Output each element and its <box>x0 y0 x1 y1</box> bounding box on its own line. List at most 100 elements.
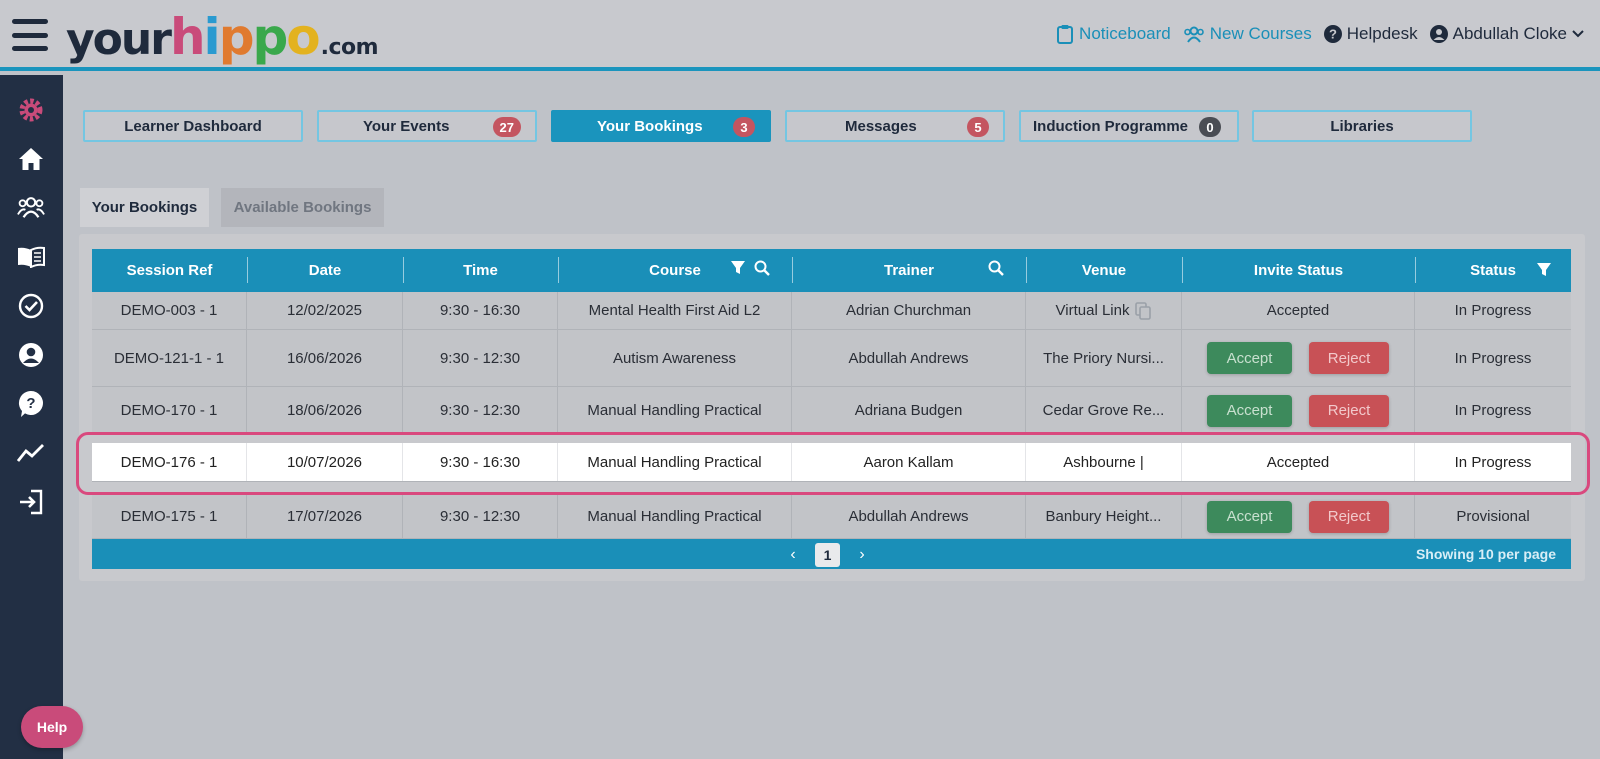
cell-status: Provisional <box>1456 508 1530 525</box>
search-icon[interactable] <box>988 260 1004 276</box>
logo-letter-h: h <box>169 8 206 66</box>
accept-button[interactable]: Accept <box>1207 342 1292 374</box>
cell-trainer: Adrian Churchman <box>792 292 1026 329</box>
cell-invite-status: Accept Reject <box>1182 387 1415 434</box>
tab-label: Your Bookings <box>597 117 703 135</box>
svg-text:?: ? <box>1329 27 1337 42</box>
tab-induction-programme[interactable]: Induction Programme 0 <box>1019 110 1239 142</box>
table-row[interactable]: DEMO-175 - 1 17/07/2026 9:30 - 12:30 Man… <box>92 495 1571 539</box>
noticeboard-link[interactable]: Noticeboard <box>1056 24 1171 44</box>
tab-libraries[interactable]: Libraries <box>1252 110 1472 142</box>
reject-button[interactable]: Reject <box>1309 342 1389 374</box>
sign-in-icon[interactable] <box>17 488 45 516</box>
svg-text:?: ? <box>26 395 35 412</box>
cell-trainer: Aaron Kallam <box>792 443 1026 481</box>
helpdesk-label: Helpdesk <box>1346 24 1418 43</box>
column-header-session-ref[interactable]: Session Ref <box>92 249 247 292</box>
filter-icon[interactable] <box>730 260 746 276</box>
chevron-down-icon <box>1572 30 1584 38</box>
reject-button[interactable]: Reject <box>1309 394 1389 427</box>
logo-letter-i: i <box>203 8 221 66</box>
table-row[interactable]: DEMO-170 - 1 18/06/2026 9:30 - 12:30 Man… <box>92 387 1571 435</box>
cell-course: Manual Handling Practical <box>558 495 792 538</box>
user-menu[interactable]: Abdullah Cloke <box>1429 24 1584 44</box>
users-icon <box>1183 26 1204 43</box>
subtab-available-bookings[interactable]: Available Bookings <box>221 188 384 227</box>
per-page-label: Showing 10 per page <box>1415 546 1556 562</box>
search-icon[interactable] <box>754 260 770 276</box>
tab-your-events[interactable]: Your Events 27 <box>317 110 537 142</box>
cell-status: In Progress <box>1454 349 1532 367</box>
cell-trainer: Adriana Budgen <box>792 387 1026 434</box>
cell-session-ref: DEMO-175 - 1 <box>92 495 247 538</box>
events-count-badge: 27 <box>492 117 521 137</box>
tab-label: Libraries <box>1330 117 1394 135</box>
cell-course: Mental Health First Aid L2 <box>558 292 792 329</box>
cell-date: 17/07/2026 <box>247 495 403 538</box>
page-number-button[interactable]: 1 <box>815 543 840 567</box>
cell-status: In Progress <box>1454 402 1532 419</box>
table-row[interactable]: DEMO-003 - 1 12/02/2025 9:30 - 16:30 Men… <box>92 292 1571 330</box>
column-header-time[interactable]: Time <box>403 249 558 292</box>
check-circle-icon[interactable] <box>17 292 45 320</box>
tab-messages[interactable]: Messages 5 <box>785 110 1005 142</box>
copy-icon[interactable] <box>1135 301 1152 320</box>
cell-time: 9:30 - 16:30 <box>403 443 558 481</box>
tab-your-bookings[interactable]: Your Bookings 3 <box>551 110 771 142</box>
column-header-date[interactable]: Date <box>247 249 403 292</box>
question-circle-icon: ? <box>1323 25 1342 43</box>
home-icon[interactable] <box>17 145 45 173</box>
next-page-button[interactable]: › <box>854 546 870 564</box>
cell-session-ref: DEMO-003 - 1 <box>92 292 247 329</box>
logo-letter-o: o <box>286 8 320 66</box>
accept-button[interactable]: Accept <box>1207 394 1292 427</box>
cell-invite-status: Accepted <box>1182 292 1415 329</box>
hamburger-icon[interactable] <box>12 19 48 51</box>
cell-venue: Banbury Height... <box>1026 495 1182 538</box>
helpdesk-link[interactable]: ? Helpdesk <box>1323 24 1418 44</box>
tab-label: Learner Dashboard <box>124 117 262 135</box>
cell-date: 18/06/2026 <box>247 387 403 434</box>
cell-time: 9:30 - 12:30 <box>403 387 558 434</box>
cell-session-ref: DEMO-121-1 - 1 <box>92 330 247 386</box>
cell-time: 9:30 - 16:30 <box>403 292 558 329</box>
help-button[interactable]: Help <box>21 706 83 748</box>
user-circle-icon[interactable] <box>17 341 45 369</box>
pagination: ‹ 1 › <box>785 543 870 567</box>
book-icon[interactable] <box>17 243 45 271</box>
tab-learner-dashboard[interactable]: Learner Dashboard <box>83 110 303 142</box>
trend-chart-icon[interactable] <box>17 439 45 467</box>
subtab-your-bookings[interactable]: Your Bookings <box>80 188 209 227</box>
cell-session-ref: DEMO-170 - 1 <box>92 387 247 434</box>
filter-icon[interactable] <box>1536 262 1552 278</box>
prev-page-button[interactable]: ‹ <box>785 546 801 564</box>
cell-invite-status: Accept Reject <box>1182 330 1415 386</box>
new-courses-label: New Courses <box>1209 24 1312 43</box>
cell-venue: Cedar Grove Re... <box>1026 387 1182 434</box>
user-circle-icon <box>1429 25 1448 43</box>
table-row-highlighted[interactable]: DEMO-176 - 1 10/07/2026 9:30 - 16:30 Man… <box>92 443 1571 482</box>
cell-course: Manual Handling Practical <box>558 387 792 434</box>
venue-text: Virtual Link <box>1055 302 1130 319</box>
column-header-venue[interactable]: Venue <box>1026 249 1182 292</box>
table-header: Session Ref Date Time Course Trainer Ven… <box>92 249 1571 292</box>
new-courses-link[interactable]: New Courses <box>1183 24 1312 44</box>
cell-status: In Progress <box>1454 453 1532 471</box>
gear-icon[interactable] <box>17 96 45 124</box>
tab-label: Your Events <box>363 117 450 135</box>
sidebar: ? <box>0 75 63 759</box>
reject-button[interactable]: Reject <box>1309 500 1389 533</box>
cell-date: 12/02/2025 <box>247 292 403 329</box>
cell-trainer: Abdullah Andrews <box>792 495 1026 538</box>
team-icon[interactable] <box>17 193 45 221</box>
question-bubble-icon[interactable]: ? <box>17 390 45 418</box>
column-header-invite-status[interactable]: Invite Status <box>1182 249 1415 292</box>
table-row[interactable]: DEMO-121-1 - 1 16/06/2026 9:30 - 12:30 A… <box>92 330 1571 387</box>
logo[interactable]: your h i p p o .com <box>66 8 379 66</box>
cell-venue: Virtual Link <box>1026 292 1182 329</box>
accept-button[interactable]: Accept <box>1207 500 1292 533</box>
bookings-count-badge: 3 <box>733 117 755 137</box>
messages-count-badge: 5 <box>967 117 989 137</box>
table-footer: ‹ 1 › Showing 10 per page <box>92 539 1571 569</box>
logo-suffix: .com <box>320 35 379 60</box>
